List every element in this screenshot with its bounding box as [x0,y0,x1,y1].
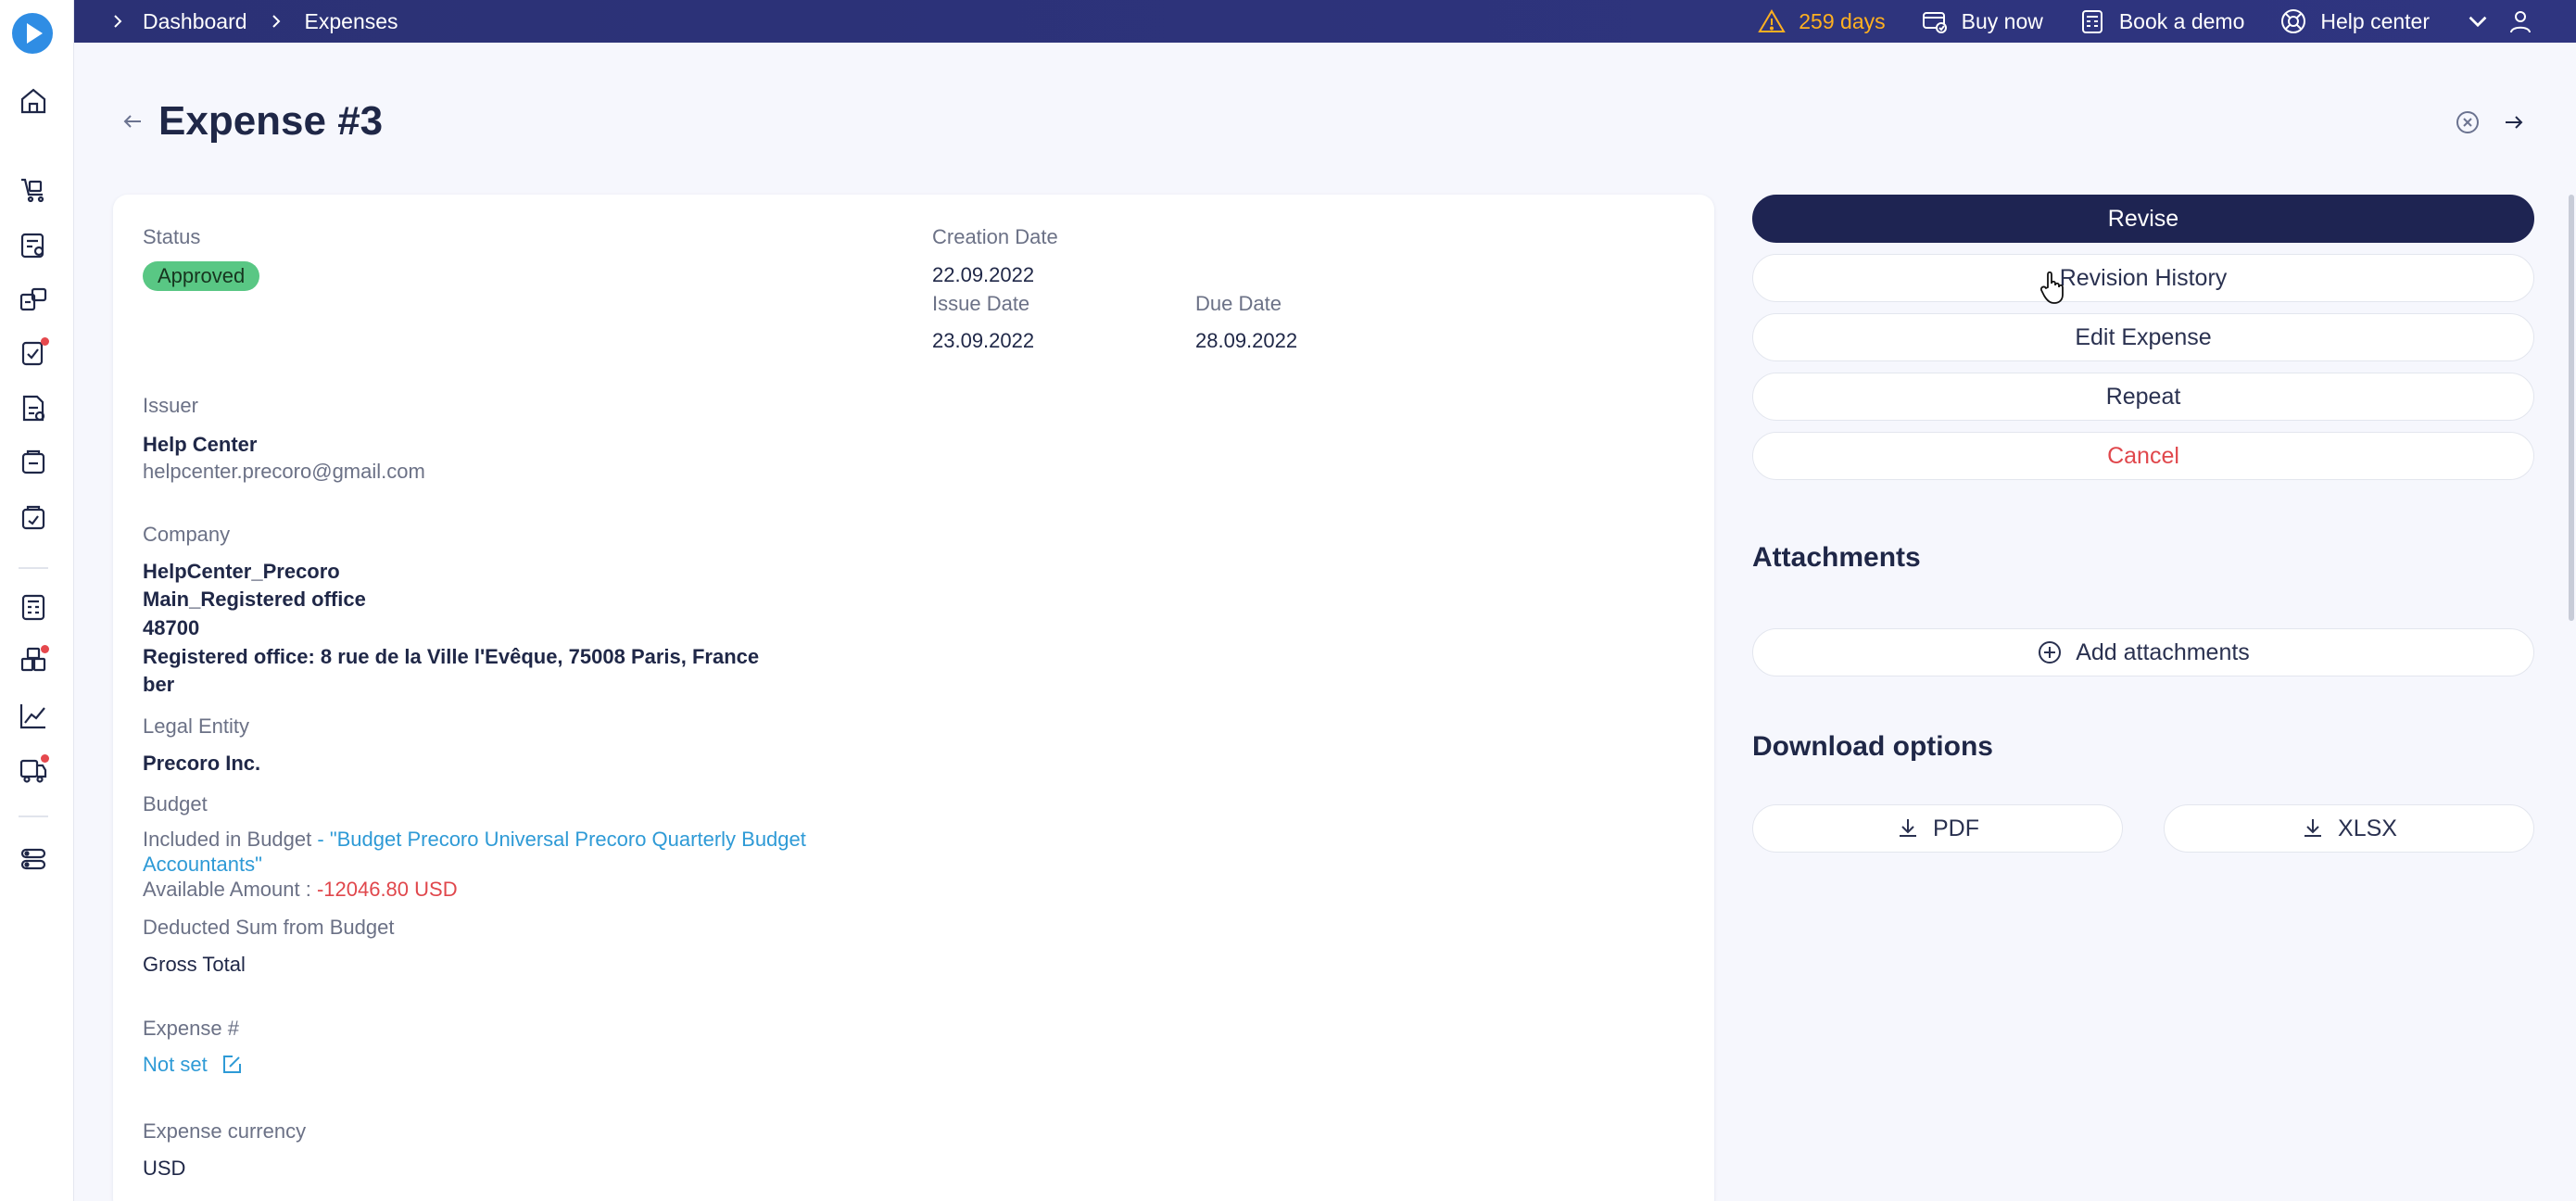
company-line: Main_Registered office [143,588,366,611]
legal-entity-value: Precoro Inc. [143,752,261,775]
download-icon [2305,819,2322,837]
back-arrow-icon[interactable] [119,107,146,135]
download-pdf-button[interactable]: PDF [1752,804,2123,853]
due-date-label: Due Date [1195,292,1282,315]
delivery-icon[interactable] [18,754,49,786]
breadcrumb-dashboard[interactable]: Dashboard [143,9,247,34]
user-icon [2510,11,2531,33]
download-pdf-label: PDF [1933,815,1979,841]
revise-button[interactable]: Revise [1752,195,2534,243]
download-icon [1900,819,1916,837]
attachments-title: Attachments [1752,542,1921,573]
chevron-right-icon [271,15,280,28]
edit-icon [222,1056,241,1073]
issuer-email: helpcenter.precoro@gmail.com [143,460,425,483]
page-title: Expense #3 [158,98,384,144]
company-line: Registered office: 8 rue de la Ville l'E… [143,645,760,668]
next-arrow-icon[interactable] [2500,108,2528,136]
download-xlsx-button[interactable]: XLSX [2164,804,2534,853]
expense-number-edit[interactable]: Not set [143,1053,243,1077]
precoro-logo[interactable] [12,13,53,54]
breadcrumb-expenses[interactable]: Expenses [305,9,398,34]
scrollbar[interactable] [2569,195,2574,621]
creation-date-label: Creation Date [932,225,1058,248]
buy-now-text: Buy now [1961,8,2043,33]
chevron-right-icon [114,15,122,28]
issue-date-value: 23.09.2022 [932,329,1035,352]
budget-link[interactable]: - "Budget Precoro Universal Precoro Quar… [317,828,806,851]
issuer-label: Issuer [143,394,198,417]
expense-number-label: Expense # [143,1017,239,1040]
trial-days-link[interactable]: 259 days [1758,7,1886,35]
available-amount-label: Available Amount : [143,878,317,901]
invoices-icon[interactable] [18,393,49,424]
help-center-text: Help center [2320,8,2430,33]
issuer-name: Help Center [143,433,258,456]
suppliers-icon[interactable] [18,284,49,315]
budget-link-continued[interactable]: Accountants" [143,853,262,877]
creation-date-value: 22.09.2022 [932,263,1035,286]
plus-circle-icon [2039,641,2062,664]
warning-icon [1758,9,1787,32]
close-circle-icon[interactable] [2454,108,2481,136]
download-xlsx-label: XLSX [2338,815,2397,841]
company-label: Company [143,523,231,546]
available-amount-value: -12046.80 USD [316,878,458,901]
repeat-button[interactable]: Repeat [1752,373,2534,421]
cancel-button[interactable]: Cancel [1752,432,2534,480]
deducted-sum-value: Gross Total [143,953,246,976]
user-menu[interactable] [2465,8,2533,34]
sidebar [0,0,74,1201]
book-demo-link[interactable]: Book a demo [2078,7,2245,35]
issue-date-label: Issue Date [932,292,1030,315]
sidebar-divider [19,567,48,569]
budget-included-line: Included in Budget - "Budget Precoro Uni… [143,828,806,852]
due-date-value: 28.09.2022 [1195,329,1298,352]
trial-days-text: 259 days [1799,8,1886,33]
top-bar: Dashboard Expenses 259 days Buy now Book… [74,0,2576,43]
company-line: HelpCenter_Precoro [143,560,340,583]
cart-card-icon [1922,12,1947,33]
purchase-requisition-icon[interactable] [18,174,49,206]
top-links: 259 days Buy now Book a demo Help center [1758,0,2576,43]
status-label: Status [143,225,201,248]
help-center-link[interactable]: Help center [2279,7,2430,35]
expense-number-value: Not set [143,1053,208,1076]
buy-now-link[interactable]: Buy now [1921,7,2043,35]
inventory-icon[interactable] [18,645,49,676]
budget-included-prefix: Included in Budget [143,828,318,851]
legal-entity-label: Legal Entity [143,714,249,738]
analytics-icon[interactable] [18,701,49,732]
available-amount-line: Available Amount : -12046.80 USD [143,878,458,902]
status-badge: Approved [143,261,260,291]
budgets-icon[interactable] [18,591,49,623]
lifebuoy-icon [2281,9,2306,33]
chevron-down-icon [2469,16,2487,28]
approvals-icon[interactable] [18,337,49,369]
add-attachments-button[interactable]: Add attachments [1752,628,2534,676]
company-line: 48700 [143,616,200,639]
hand-cursor-icon [2039,271,2064,304]
company-line: ber [143,673,175,696]
expense-currency-value: USD [143,1157,186,1180]
budget-label: Budget [143,792,208,815]
expenses-icon[interactable] [18,447,49,478]
expense-currency-label: Expense currency [143,1119,307,1143]
edit-expense-button[interactable]: Edit Expense [1752,313,2534,361]
add-attachments-label: Add attachments [2076,638,2250,665]
home-icon[interactable] [18,85,49,117]
calendar-icon [2081,10,2102,33]
settings-toggle-icon[interactable] [18,843,49,875]
book-demo-text: Book a demo [2118,8,2245,33]
expense-details-card [113,195,1714,1201]
breadcrumb: Dashboard Expenses [109,0,398,43]
receipts-icon[interactable] [18,502,49,534]
download-options-title: Download options [1752,731,1993,762]
revision-history-button[interactable]: Revision History [1752,254,2534,302]
deducted-sum-label: Deducted Sum from Budget [143,916,395,939]
sidebar-divider [19,815,48,817]
purchase-order-icon[interactable] [18,230,49,261]
